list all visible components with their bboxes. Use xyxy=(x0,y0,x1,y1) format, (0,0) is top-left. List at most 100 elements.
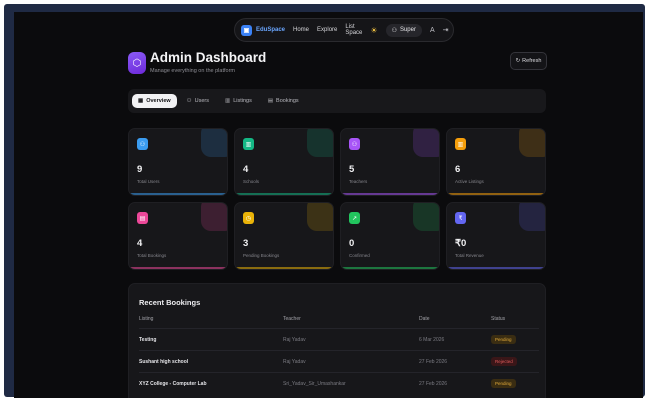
stat-value: 5 xyxy=(349,164,355,175)
stat-label: Active Listings xyxy=(455,179,484,184)
nav-link-home[interactable]: Home xyxy=(293,27,309,33)
stat-label: Total Users xyxy=(137,179,160,184)
refresh-label: Refresh xyxy=(522,58,542,64)
cell-teacher: Sri_Yadav_Sir_Umashankar xyxy=(283,380,346,387)
page-subtitle: Manage everything on the platform xyxy=(150,68,235,74)
trend-icon: ↗ xyxy=(349,212,360,224)
status-badge: Rejected xyxy=(491,357,517,366)
card-accent-bar xyxy=(447,267,545,269)
card-decoration xyxy=(519,203,545,231)
stat-label: Confirmed xyxy=(349,253,370,258)
cell-date: 27 Feb 2026 xyxy=(419,380,448,387)
card-decoration xyxy=(201,203,227,231)
stat-card-schools: ▥ 4 Schools xyxy=(234,128,334,196)
card-decoration xyxy=(307,129,333,157)
window-frame: ▣ EduSpace Home Explore List Space ☀ ⚇ S… xyxy=(4,4,645,398)
brand-name: EduSpace xyxy=(256,27,286,33)
stat-card-total-bookings: ▤ 4 Total Bookings xyxy=(128,202,228,270)
overview-icon: ▦ xyxy=(138,98,144,104)
users-icon: ⚇ xyxy=(186,98,192,104)
users-icon: ⚇ xyxy=(137,138,148,150)
cell-teacher: Raj Yadav xyxy=(283,336,306,343)
table-row[interactable]: XYZ College - Computer Lab Sri_Yadav_Sir… xyxy=(139,372,539,394)
tab-bookings[interactable]: ▤ Bookings xyxy=(262,94,305,108)
stat-label: Total Revenue xyxy=(455,253,484,258)
theme-toggle-sun-icon[interactable]: ☀ xyxy=(370,26,377,35)
card-decoration xyxy=(413,129,439,157)
tab-overview[interactable]: ▦ Overview xyxy=(132,94,177,108)
column-header-status: Status xyxy=(491,316,506,322)
stat-card-pending-bookings: ◷ 3 Pending Bookings xyxy=(234,202,334,270)
card-accent-bar xyxy=(341,267,439,269)
nav-link-list-space[interactable]: List Space xyxy=(345,24,362,36)
card-accent-bar xyxy=(129,267,227,269)
card-decoration xyxy=(519,129,545,157)
column-header-teacher: Teacher xyxy=(283,316,301,322)
section-title: Recent Bookings xyxy=(139,298,201,307)
stat-card-total-users: ⚇ 9 Total Users xyxy=(128,128,228,196)
tab-bar: ▦ Overview ⚇ Users ▥ Listings ▤ Bookings xyxy=(128,89,546,113)
calendar-icon: ▤ xyxy=(267,98,274,104)
refresh-icon: ↻ xyxy=(515,58,521,64)
column-header-listing: Listing xyxy=(139,316,154,322)
stat-label: Teachers xyxy=(349,179,368,184)
card-decoration xyxy=(413,203,439,231)
column-header-date: Date xyxy=(419,316,430,322)
tab-label: Users xyxy=(194,98,209,104)
teacher-icon: ⚇ xyxy=(349,138,360,150)
language-icon[interactable]: A xyxy=(430,27,435,34)
brand-logo-icon: ▣ xyxy=(241,24,252,36)
stat-card-active-listings: ▥ 6 Active Listings xyxy=(446,128,546,196)
clock-icon: ◷ xyxy=(243,212,254,224)
card-accent-bar xyxy=(235,267,333,269)
card-accent-bar xyxy=(235,193,333,195)
stat-value: 4 xyxy=(243,164,249,175)
refresh-button[interactable]: ↻ Refresh xyxy=(510,52,547,70)
calendar-icon: ▤ xyxy=(137,212,148,224)
user-icon: ⚇ xyxy=(391,27,397,34)
stat-card-total-revenue: ₹ ₹0 Total Revenue xyxy=(446,202,546,270)
building-icon: ▥ xyxy=(224,98,231,104)
logout-icon[interactable]: ⇥ xyxy=(443,26,449,34)
tab-listings[interactable]: ▥ Listings xyxy=(219,94,258,108)
table-row[interactable]: Sushant high school Raj Yadav 27 Feb 202… xyxy=(139,350,539,372)
cell-listing: Sushant high school xyxy=(139,358,189,365)
status-badge: Pending xyxy=(491,335,516,344)
cell-listing: Testing xyxy=(139,336,157,343)
card-decoration xyxy=(307,203,333,231)
dashboard-shield-icon: ⬡ xyxy=(128,52,146,74)
stat-card-teachers: ⚇ 5 Teachers xyxy=(340,128,440,196)
status-badge: Pending xyxy=(491,379,516,388)
school-icon: ▥ xyxy=(243,138,254,150)
stat-value: ₹0 xyxy=(455,238,467,249)
tab-label: Overview xyxy=(146,98,171,104)
page-title: Admin Dashboard xyxy=(150,50,267,65)
stat-value: 4 xyxy=(137,238,143,249)
tab-label: Bookings xyxy=(276,98,299,104)
tab-label: Listings xyxy=(233,98,252,104)
brand[interactable]: ▣ EduSpace xyxy=(241,24,286,36)
cell-teacher: Raj Yadav xyxy=(283,358,306,365)
card-accent-bar xyxy=(341,193,439,195)
stat-card-confirmed: ↗ 0 Confirmed xyxy=(340,202,440,270)
app-screen: ▣ EduSpace Home Explore List Space ☀ ⚇ S… xyxy=(14,12,643,398)
stat-value: 6 xyxy=(455,164,461,175)
listing-icon: ▥ xyxy=(455,138,466,150)
user-name: Super xyxy=(399,27,416,33)
tab-users[interactable]: ⚇ Users xyxy=(181,94,215,108)
table-row[interactable]: Testing Raj Yadav 6 Mar 2026 Pending xyxy=(139,328,539,350)
stat-label: Pending Bookings xyxy=(243,253,280,258)
stat-value: 3 xyxy=(243,238,249,249)
stat-value: 9 xyxy=(137,164,143,175)
card-accent-bar xyxy=(129,193,227,195)
table-header: Listing Teacher Date Status xyxy=(139,316,539,322)
rupee-icon: ₹ xyxy=(455,212,466,224)
stat-label: Schools xyxy=(243,179,260,184)
nav-link-explore[interactable]: Explore xyxy=(317,27,337,33)
cell-date: 27 Feb 2026 xyxy=(419,358,448,365)
top-navbar: ▣ EduSpace Home Explore List Space ☀ ⚇ S… xyxy=(234,18,454,42)
user-menu[interactable]: ⚇ Super xyxy=(385,23,422,37)
card-accent-bar xyxy=(447,193,545,195)
recent-bookings-panel: Recent Bookings Listing Teacher Date Sta… xyxy=(128,283,546,398)
cell-date: 6 Mar 2026 xyxy=(419,336,445,343)
